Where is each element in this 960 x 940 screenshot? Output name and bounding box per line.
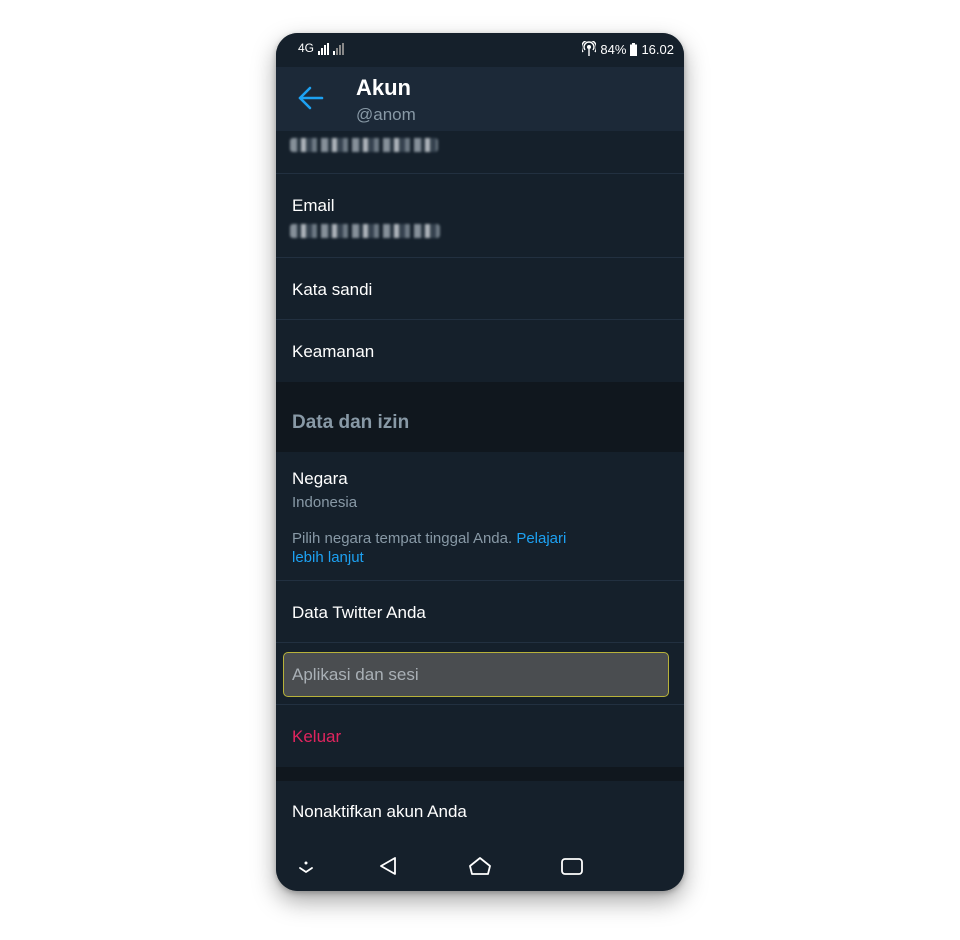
country-row[interactable]: Negara Indonesia Pilih negara tempat tin… xyxy=(276,452,684,581)
country-help: Pilih negara tempat tinggal Anda. xyxy=(292,530,517,547)
clock: 16.02 xyxy=(641,41,674,57)
country-label: Negara xyxy=(292,469,348,488)
username-row[interactable] xyxy=(276,131,684,174)
email-label: Email xyxy=(292,196,335,215)
redacted-email xyxy=(290,224,440,238)
section-header-data-permissions: Data dan izin xyxy=(276,382,684,452)
country-help-text: Pilih negara tempat tinggal Anda. Pelaja… xyxy=(292,529,602,567)
apps-sessions-label: Aplikasi dan sesi xyxy=(292,665,419,684)
password-label: Kata sandi xyxy=(292,280,373,299)
security-row[interactable]: Keamanan xyxy=(276,320,684,382)
security-label: Keamanan xyxy=(292,342,375,361)
status-bar: 4G 84% 16.02 xyxy=(276,33,684,67)
back-arrow-icon[interactable] xyxy=(296,83,326,113)
recent-apps-icon[interactable] xyxy=(560,855,584,877)
apps-sessions-row[interactable]: Aplikasi dan sesi xyxy=(276,643,684,705)
system-nav-bar xyxy=(276,841,684,891)
chevron-down-icon[interactable] xyxy=(294,855,318,877)
deactivate-label: Nonaktifkan akun Anda xyxy=(292,802,467,821)
status-left: 4G xyxy=(298,41,345,55)
settings-list: Email Kata sandi Keamanan Data dan izin … xyxy=(276,131,684,843)
signal-secondary-icon xyxy=(333,43,345,55)
status-right: 84% 16.02 xyxy=(582,41,674,57)
signal-icon xyxy=(318,43,330,55)
logout-row[interactable]: Keluar xyxy=(276,705,684,767)
logout-label: Keluar xyxy=(292,727,342,746)
country-value: Indonesia xyxy=(292,494,358,511)
section-title: Data dan izin xyxy=(292,412,410,433)
network-type: 4G xyxy=(298,41,315,55)
battery-percent: 84% xyxy=(600,41,627,57)
twitter-data-row[interactable]: Data Twitter Anda xyxy=(276,581,684,643)
phone-screen: 4G 84% 16.02 Akun @anom Email Kata sandi… xyxy=(276,33,684,891)
twitter-data-label: Data Twitter Anda xyxy=(292,603,426,622)
redacted-username xyxy=(290,138,438,152)
deactivate-row[interactable]: Nonaktifkan akun Anda xyxy=(276,781,684,843)
account-handle: @anom xyxy=(356,105,416,124)
email-row[interactable]: Email xyxy=(276,174,684,258)
app-header: Akun @anom xyxy=(276,67,684,131)
password-row[interactable]: Kata sandi xyxy=(276,258,684,320)
back-triangle-icon[interactable] xyxy=(376,855,400,877)
battery-icon xyxy=(630,42,638,56)
page-title: Akun xyxy=(356,75,411,100)
hotspot-icon xyxy=(582,41,597,56)
home-icon[interactable] xyxy=(468,855,492,877)
section-spacer xyxy=(276,767,684,781)
